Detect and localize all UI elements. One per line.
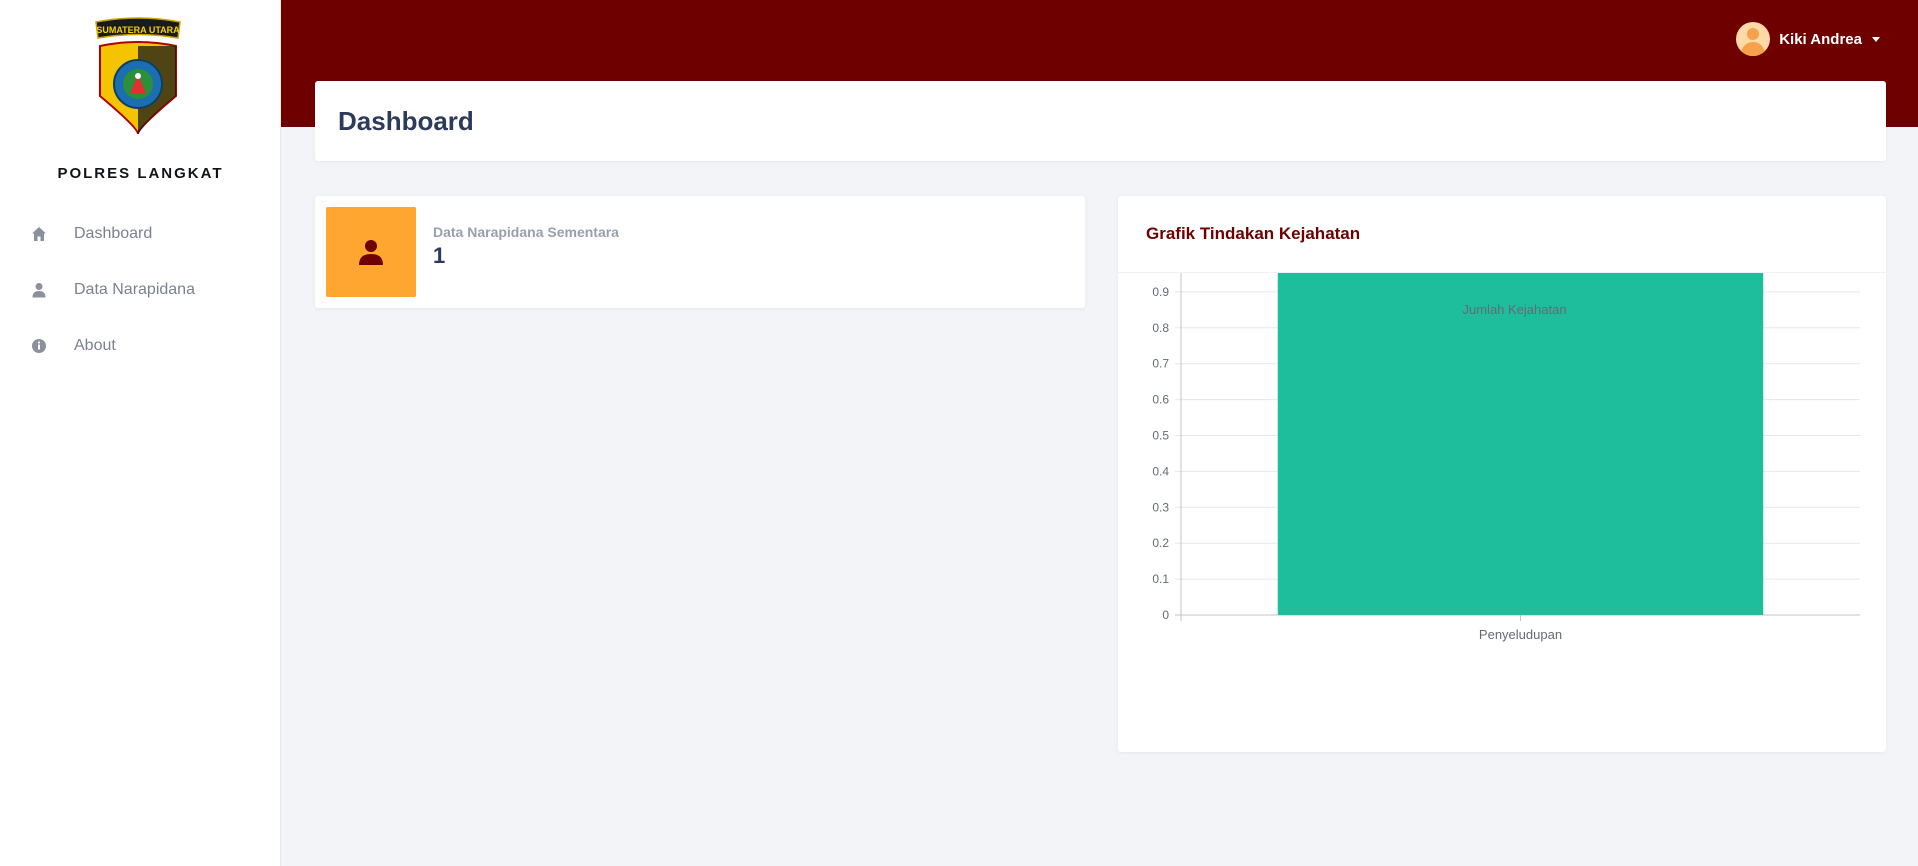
brand-name: POLRES LANGKAT xyxy=(57,165,224,182)
sidebar-item-about[interactable]: About xyxy=(0,326,281,366)
bar xyxy=(1277,273,1764,615)
legend-swatch xyxy=(1412,303,1457,316)
y-tick-label: 0.6 xyxy=(1152,393,1169,407)
y-tick-label: 0.7 xyxy=(1152,357,1169,371)
user-icon xyxy=(359,240,383,265)
chart-card: Grafik Tindakan Kejahatan 0 0.1 0.2 0.3 0.4 0… xyxy=(1118,196,1886,752)
svg-text:SUMATERA UTARA: SUMATERA UTARA xyxy=(96,25,180,35)
y-tick-label: 0.9 xyxy=(1152,285,1169,299)
stat-icon-box xyxy=(326,207,416,297)
legend-label: Jumlah Kejahatan xyxy=(1463,302,1567,317)
x-tick-label: Penyeludupan xyxy=(1479,627,1562,642)
stat-card-narapidana: Data Narapidana Sementara 1 xyxy=(315,196,1085,308)
user-icon xyxy=(29,280,49,300)
bar-chart: 00.10.20.30.40.50.60.70.80.91.0Penyeludu… xyxy=(1152,273,1860,642)
chart-title: Grafik Tindakan Kejahatan xyxy=(1146,224,1361,243)
y-tick-label: 0.5 xyxy=(1152,429,1169,443)
police-emblem-logo: SUMATERA UTARA xyxy=(95,17,181,135)
page-title-card: Dashboard xyxy=(315,81,1886,161)
caret-down-icon xyxy=(1872,36,1880,42)
chart-card-header: Grafik Tindakan Kejahatan xyxy=(1118,196,1886,273)
sidebar: SUMATERA UTARA POLRES LANGKAT Dashboard … xyxy=(0,0,281,866)
stat-value: 1 xyxy=(433,243,446,268)
avatar xyxy=(1736,22,1771,56)
user-name: Kiki Andrea xyxy=(1779,30,1862,48)
y-tick-label: 0 xyxy=(1162,608,1169,622)
sidebar-item-label: Data Narapidana xyxy=(74,281,195,298)
y-tick-label: 0.8 xyxy=(1152,321,1169,335)
y-tick-label: 0.1 xyxy=(1152,572,1169,586)
sidebar-item-dashboard[interactable]: Dashboard xyxy=(0,214,281,254)
sidebar-item-label: About xyxy=(74,337,116,354)
home-icon xyxy=(29,224,49,244)
user-menu[interactable]: Kiki Andrea xyxy=(1736,22,1880,56)
page-title: Dashboard xyxy=(338,106,474,136)
sidebar-item-data-narapidana[interactable]: Data Narapidana xyxy=(0,270,281,310)
info-icon xyxy=(29,336,49,356)
stat-label: Data Narapidana Sementara xyxy=(433,224,619,240)
sidebar-item-label: Dashboard xyxy=(74,225,153,242)
y-tick-label: 0.2 xyxy=(1152,536,1169,550)
y-tick-label: 0.4 xyxy=(1152,464,1169,478)
y-tick-label: 0.3 xyxy=(1152,500,1169,514)
